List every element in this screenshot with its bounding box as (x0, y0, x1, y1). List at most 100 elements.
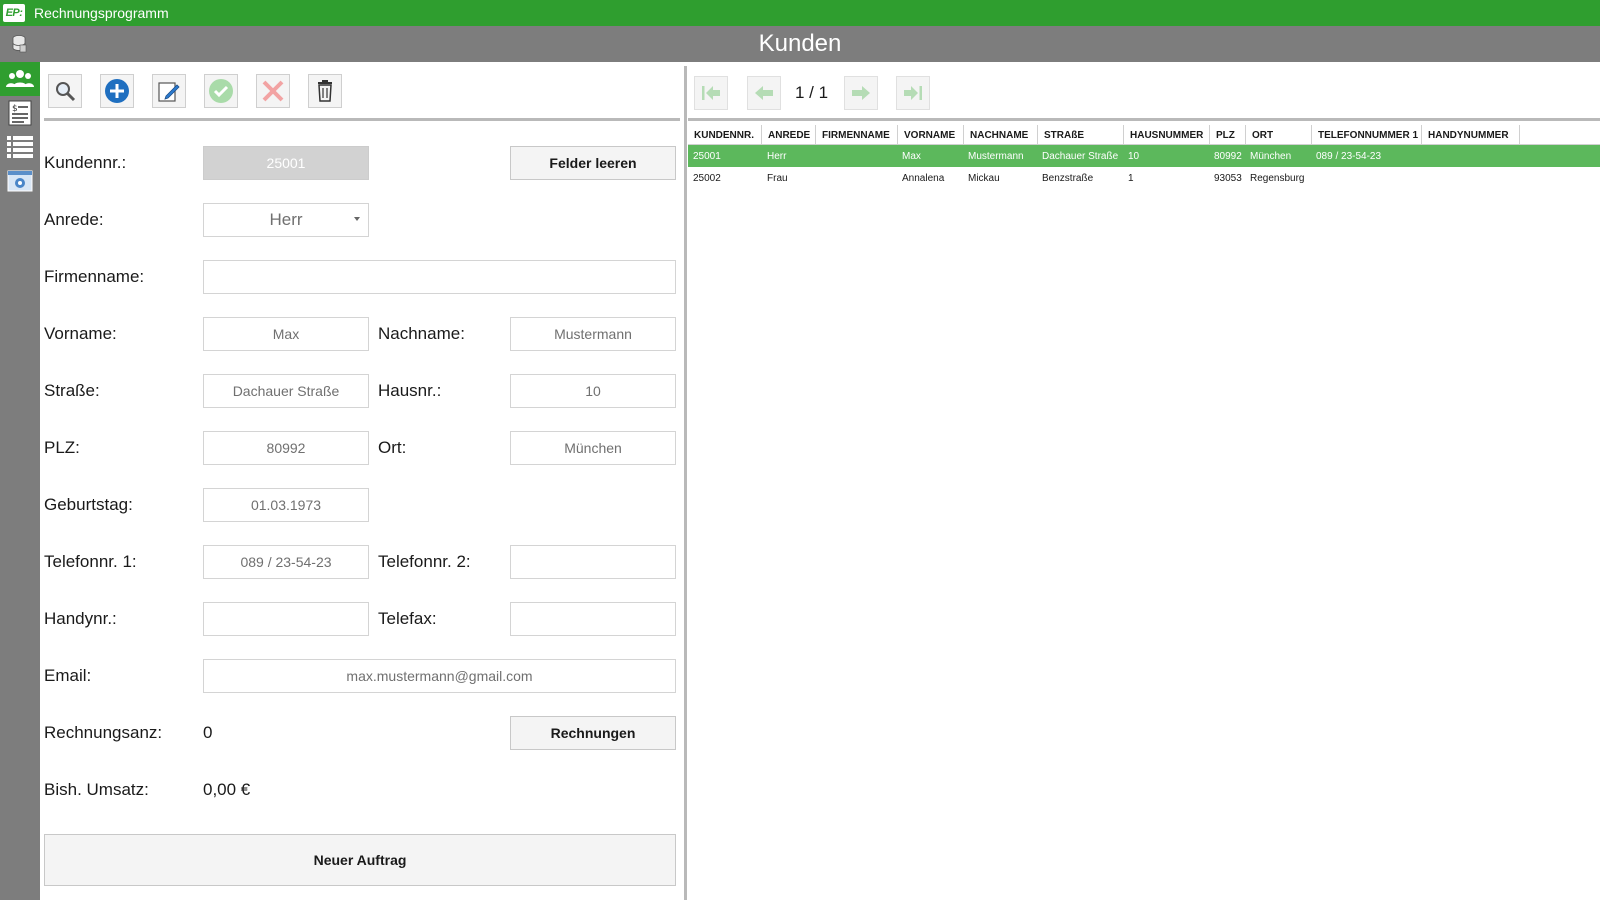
telefon2-label: Telefonnr. 2: (378, 552, 471, 571)
table-cell: Benzstraße (1042, 172, 1094, 184)
sidebar-item-settings[interactable] (0, 164, 40, 198)
email-label: Email: (44, 666, 92, 685)
table-cell: Mickau (968, 172, 1000, 184)
table-cell (816, 167, 821, 189)
search-icon (56, 82, 76, 102)
column-header[interactable]: ANREDE (762, 125, 816, 145)
column-header[interactable]: HAUSNUMMER (1124, 125, 1210, 145)
table-cell: Max (902, 150, 921, 162)
table-cell: Frau (767, 172, 788, 184)
table-cell: München (1250, 150, 1292, 162)
table-row[interactable]: 25001 Herr Max Mustermann Dachauer Straß… (688, 145, 1600, 167)
customer-form-panel: Kundennr.: 25001 Felder leeren Anrede: H… (40, 62, 684, 900)
table-cell (1311, 167, 1316, 189)
column-header[interactable]: PLZ (1210, 125, 1246, 145)
table-cell: 089 / 23-54-23 (1316, 150, 1382, 162)
strasse-label: Straße: (44, 381, 100, 400)
table-row[interactable]: 25002 Frau Annalena Mickau Benzstraße 1 … (688, 167, 1600, 189)
strasse-field[interactable]: Dachauer Straße (203, 374, 369, 408)
sidebar-item-list[interactable] (0, 130, 40, 164)
geburtstag-field[interactable]: 01.03.1973 (203, 488, 369, 522)
hausnr-label: Hausnr.: (378, 381, 442, 400)
confirm-button[interactable] (204, 74, 238, 108)
previous-page-button[interactable] (747, 76, 781, 110)
search-button[interactable] (48, 74, 82, 108)
handy-field[interactable] (203, 602, 369, 636)
table-cell: 25001 (693, 150, 721, 162)
table-cell: Annalena (902, 172, 945, 184)
next-page-button[interactable] (844, 76, 878, 110)
cancel-icon (262, 80, 284, 102)
umsatz-value: 0,00 € (203, 780, 251, 799)
panel-divider[interactable] (684, 66, 687, 900)
rechnungsanz-value: 0 (203, 723, 213, 742)
telefon2-field[interactable] (510, 545, 676, 579)
table-cell: 25002 (693, 172, 721, 184)
customer-table: KUNDENNR. ANREDE FIRMENNAME VORNAME NACH… (688, 125, 1600, 189)
geburtstag-label: Geburtstag: (44, 495, 133, 514)
telefax-label: Telefax: (378, 609, 437, 628)
last-page-icon (904, 86, 922, 100)
plz-label: PLZ: (44, 438, 80, 457)
chevron-down-icon (354, 217, 360, 221)
toolbar-separator (44, 118, 680, 121)
firmenname-field[interactable] (203, 260, 676, 294)
table-cell (1421, 145, 1426, 167)
settings-window-icon (7, 170, 33, 192)
invoice-icon: $ (8, 100, 32, 126)
sidebar-item-customers[interactable] (0, 62, 40, 96)
sidebar-item-invoices[interactable]: $ (0, 96, 40, 130)
column-header[interactable]: STRAßE (1038, 125, 1124, 145)
app-title: Rechnungsprogramm (34, 5, 169, 21)
ort-field[interactable]: München (510, 431, 676, 465)
add-icon (105, 79, 129, 103)
column-header[interactable]: HANDYNUMMER (1422, 125, 1520, 145)
first-page-icon (702, 86, 720, 100)
firmenname-label: Firmenname: (44, 267, 145, 286)
table-cell (816, 145, 821, 167)
anrede-select[interactable]: Herr (203, 203, 369, 237)
hausnr-field[interactable]: 10 (510, 374, 676, 408)
edit-button[interactable] (152, 74, 186, 108)
pager-separator (688, 118, 1600, 121)
handy-label: Handynr.: (44, 609, 117, 628)
sidebar: $ (0, 62, 40, 900)
column-header[interactable]: VORNAME (898, 125, 964, 145)
column-header[interactable]: ORT (1246, 125, 1312, 145)
delete-button[interactable] (308, 74, 342, 108)
first-page-button[interactable] (694, 76, 728, 110)
telefon1-field[interactable]: 089 / 23-54-23 (203, 545, 369, 579)
users-icon (6, 70, 34, 87)
last-page-button[interactable] (896, 76, 930, 110)
plz-field[interactable]: 80992 (203, 431, 369, 465)
page-header: Kunden (0, 26, 1600, 62)
table-cell (1421, 167, 1426, 189)
cancel-button[interactable] (256, 74, 290, 108)
table-cell: 10 (1128, 150, 1140, 162)
arrow-right-icon (852, 86, 870, 100)
clear-fields-button[interactable]: Felder leeren (510, 146, 676, 180)
trash-icon (318, 80, 332, 102)
telefax-field[interactable] (510, 602, 676, 636)
column-header[interactable]: KUNDENNR. (688, 125, 762, 145)
table-cell: 93053 (1214, 172, 1242, 184)
table-header: KUNDENNR. ANREDE FIRMENNAME VORNAME NACH… (688, 125, 1600, 145)
svg-text:$: $ (12, 104, 18, 114)
new-order-button[interactable]: Neuer Auftrag (44, 834, 676, 886)
table-cell: Regensburg (1250, 172, 1305, 184)
column-header[interactable]: TELEFONNUMMER 1 (1312, 125, 1422, 145)
confirm-icon (209, 79, 233, 103)
nachname-field[interactable]: Mustermann (510, 317, 676, 351)
add-button[interactable] (100, 74, 134, 108)
umsatz-label: Bish. Umsatz: (44, 780, 149, 799)
anrede-label: Anrede: (44, 210, 104, 229)
title-bar: EP: Rechnungsprogramm (0, 0, 1600, 26)
column-header[interactable]: NACHNAME (964, 125, 1038, 145)
table-cell: 1 (1128, 172, 1134, 184)
kundennr-label: Kundennr.: (44, 153, 127, 172)
invoices-button[interactable]: Rechnungen (510, 716, 676, 750)
email-field[interactable]: max.mustermann@gmail.com (203, 659, 676, 693)
edit-icon (158, 82, 180, 102)
column-header[interactable]: FIRMENNAME (816, 125, 898, 145)
vorname-field[interactable]: Max (203, 317, 369, 351)
